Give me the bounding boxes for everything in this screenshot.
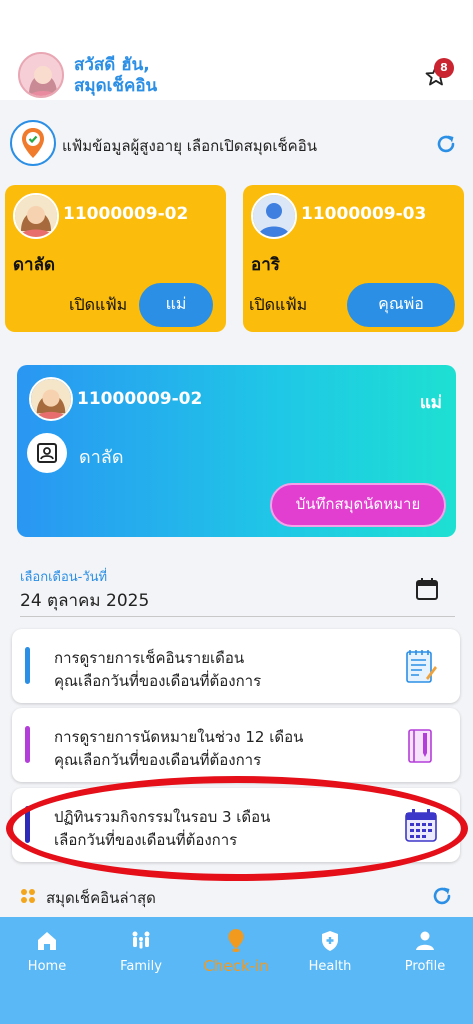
refresh-icon[interactable] — [430, 884, 454, 908]
item-subtitle: คุณเลือกวันที่ของเดือนที่ต้องการ — [54, 672, 262, 690]
open-file-label[interactable]: เปิดแฟ้ม — [249, 293, 307, 318]
greeting-app: สมุดเช็คอิน — [74, 76, 158, 96]
card-id: 11000009-02 — [63, 204, 189, 224]
calendar-icon[interactable] — [414, 576, 440, 602]
date-field[interactable]: 24 ตุลาคม 2025 — [20, 587, 149, 614]
nav-label: Health — [308, 959, 352, 974]
app-header: สวัสดี ฮัน, สมุดเช็คอิน 8 — [0, 0, 473, 100]
health-shield-icon — [322, 931, 338, 951]
role-button[interactable]: คุณพ่อ — [347, 283, 455, 327]
latest-checkin-header: สมุดเช็คอินล่าสุด — [16, 882, 456, 912]
elderly-card-1[interactable]: 11000009-02 ดาลัด เปิดแฟ้ม แม่ — [5, 185, 226, 332]
role-button[interactable]: แม่ — [139, 283, 213, 327]
monthly-checkin-item[interactable]: การดูรายการเช็คอินรายเดือน คุณเลือกวันที… — [12, 629, 460, 703]
home-icon — [38, 932, 56, 950]
greeting-name: สวัสดี ฮัน, — [74, 55, 150, 75]
checklist-icon — [404, 648, 438, 686]
nav-label: Family — [120, 959, 162, 974]
item-accent-bar — [25, 726, 30, 763]
item-title: การดูรายการนัดหมายในช่วง 12 เดือน — [54, 728, 304, 746]
card-name: อาริ — [251, 255, 280, 275]
date-underline — [20, 616, 455, 617]
nav-label: Check-in — [203, 957, 269, 975]
appointment-book-button[interactable]: บันทึกสมุดนัดหมาย — [270, 483, 446, 527]
checkin-pin-icon — [228, 929, 244, 952]
notebook-icon — [404, 727, 438, 765]
card-id: 11000009-03 — [301, 204, 427, 224]
elder-avatar — [29, 377, 73, 421]
selected-role: แม่ — [419, 393, 442, 413]
refresh-icon[interactable] — [434, 132, 458, 156]
nav-health[interactable]: Health — [283, 925, 377, 985]
dots-grid-icon — [20, 888, 36, 904]
family-icon — [132, 931, 150, 949]
date-label: เลือกเดือน-วันที่ — [20, 570, 108, 585]
selected-elder-card: 11000009-02 แม่ ดาลัด บันทึกสมุดนัดหมาย — [17, 365, 456, 537]
appointment-12-months-item[interactable]: การดูรายการนัดหมายในช่วง 12 เดือน คุณเลื… — [12, 708, 460, 782]
location-check-icon — [10, 120, 56, 166]
bottom-nav: Home Family Check-in Health Profile — [0, 917, 473, 1024]
nav-label: Home — [27, 959, 67, 974]
annotation-highlight-ellipse — [6, 776, 468, 881]
nav-home[interactable]: Home — [0, 925, 94, 985]
nav-checkin[interactable]: Check-in — [189, 925, 283, 985]
card-name: ดาลัด — [13, 255, 56, 275]
elder-avatar — [13, 193, 59, 239]
section-title: แฟ้มข้อมูลผู้สูงอายุ เลือกเปิดสมุดเช็คอิ… — [62, 137, 317, 155]
selected-name: ดาลัด — [79, 447, 124, 468]
notification-badge: 8 — [434, 58, 454, 78]
user-avatar[interactable] — [18, 52, 64, 98]
item-title: การดูรายการเช็คอินรายเดือน — [54, 649, 245, 667]
nav-label: Profile — [404, 959, 446, 974]
latest-title: สมุดเช็คอินล่าสุด — [46, 889, 156, 907]
item-accent-bar — [25, 647, 30, 684]
profile-icon — [416, 931, 434, 950]
open-file-label[interactable]: เปิดแฟ้ม — [69, 293, 127, 318]
nav-profile[interactable]: Profile — [378, 925, 472, 985]
item-subtitle: คุณเลือกวันที่ของเดือนที่ต้องการ — [54, 751, 262, 769]
greeting: สวัสดี ฮัน, สมุดเช็คอิน — [74, 55, 157, 97]
default-user-avatar — [251, 193, 297, 239]
selected-id: 11000009-02 — [77, 389, 203, 409]
elderly-section-header: แฟ้มข้อมูลผู้สูงอายุ เลือกเปิดสมุดเช็คอิ… — [10, 120, 463, 166]
nav-family[interactable]: Family — [94, 925, 188, 985]
id-card-icon — [27, 433, 67, 473]
elderly-card-2[interactable]: 11000009-03 อาริ เปิดแฟ้ม คุณพ่อ — [243, 185, 464, 332]
